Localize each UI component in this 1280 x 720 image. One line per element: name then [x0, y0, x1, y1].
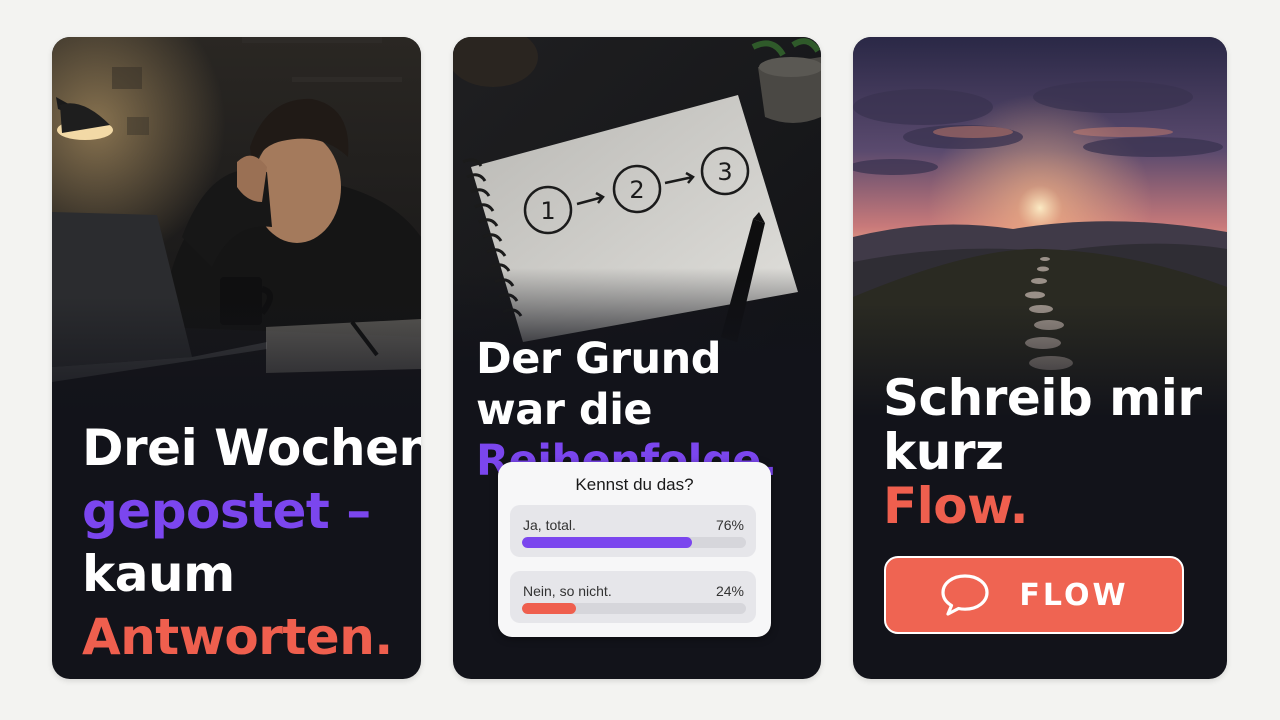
poll-bar-track: [522, 537, 746, 548]
speech-bubble-icon: [941, 574, 990, 616]
photo-notebook-steps: 1 2 3: [453, 37, 821, 367]
headline-line-2: war die: [476, 385, 653, 435]
headline-line-3: kaum: [82, 545, 235, 603]
photo-sunset-path: [853, 37, 1227, 417]
story-card-2: 1 2 3 Der Grund war die Reihenfolge. Ken…: [453, 37, 821, 679]
poll-option-percent: 76%: [715, 517, 744, 533]
story-card-3: Schreib mir kurz Flow. FLOW: [853, 37, 1227, 679]
photo-stressed-man-at-desk: [52, 37, 421, 437]
poll-option-no[interactable]: Nein, so nicht. 24%: [510, 571, 756, 623]
flow-cta-button[interactable]: FLOW: [884, 556, 1184, 634]
card-1-headline: Drei Wochen gepostet – kaum Antworten.: [82, 417, 421, 669]
poll-bar-fill: [522, 603, 576, 614]
poll-widget: Kennst du das? Ja, total. 76% Nein, so n…: [498, 462, 771, 637]
poll-option-yes[interactable]: Ja, total. 76%: [510, 505, 756, 557]
story-card-1: Drei Wochen gepostet – kaum Antworten.: [52, 37, 421, 679]
poll-bar-track: [522, 603, 746, 614]
poll-option-percent: 24%: [715, 583, 744, 599]
poll-option-label: Ja, total.: [523, 517, 576, 533]
headline-line-1: Drei Wochen: [82, 419, 421, 477]
headline-line-2: kurz: [883, 423, 1004, 481]
poll-option-label: Nein, so nicht.: [523, 583, 612, 599]
cta-label: FLOW: [1019, 577, 1129, 613]
headline-line-4: Antworten.: [82, 608, 393, 666]
poll-bar-fill: [522, 537, 693, 548]
headline-line-1: Schreib mir: [883, 369, 1202, 427]
headline-line-3: Flow.: [883, 477, 1029, 535]
headline-line-1: Der Grund: [476, 334, 722, 384]
card-3-headline: Schreib mir kurz Flow.: [883, 371, 1211, 533]
headline-line-2: gepostet –: [82, 482, 371, 540]
poll-question: Kennst du das?: [575, 475, 694, 494]
